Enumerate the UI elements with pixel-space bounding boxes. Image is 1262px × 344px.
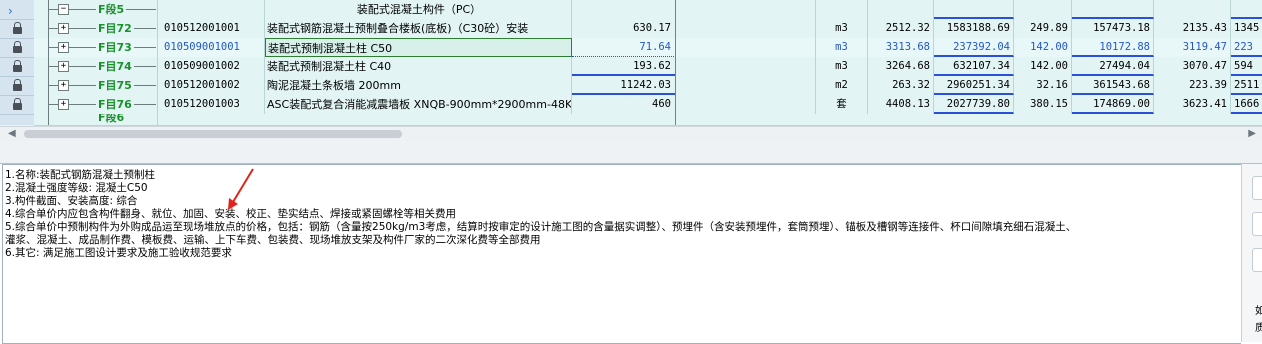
annotation-arrow	[228, 168, 254, 210]
side-panel: 如 质	[1241, 164, 1262, 342]
side-button[interactable]	[1252, 176, 1262, 200]
side-label: 如	[1255, 306, 1262, 317]
side-button[interactable]	[1252, 212, 1262, 236]
side-label: 质	[1255, 323, 1262, 334]
side-button[interactable]	[1252, 248, 1262, 272]
